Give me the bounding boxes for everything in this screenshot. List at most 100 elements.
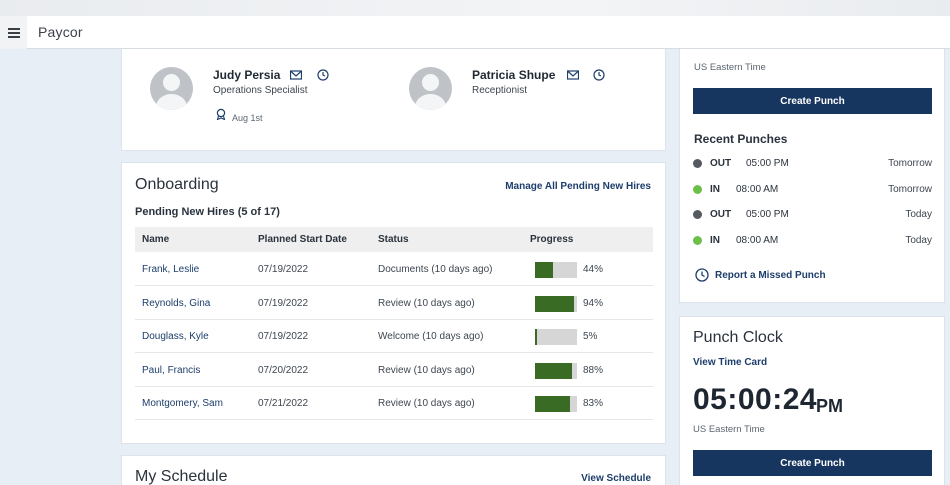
column-header-status[interactable]: Status <box>378 234 409 245</box>
current-time-ampm: PM <box>816 396 843 416</box>
paycor-logo[interactable]: Paycor <box>38 24 83 40</box>
avatar <box>150 67 193 110</box>
hire-name-link[interactable]: Frank, Leslie <box>142 264 199 275</box>
timezone-label: US Eastern Time <box>693 424 765 435</box>
punch-type: IN <box>710 183 720 195</box>
hire-name-link[interactable]: Douglass, Kyle <box>142 331 209 342</box>
app-header: Paycor <box>0 16 950 49</box>
progress-percent: 44% <box>583 264 604 275</box>
anniversary-ribbon-icon <box>216 108 226 120</box>
avatar <box>409 67 452 110</box>
view-schedule-link[interactable]: View Schedule <box>581 473 651 484</box>
report-missed-punch-link[interactable]: Report a Missed Punch <box>715 270 826 281</box>
punch-time: 05:00 PM <box>746 209 789 220</box>
progress-percent: 5% <box>583 331 598 342</box>
clock-icon[interactable] <box>593 69 605 81</box>
person-role: Operations Specialist <box>213 85 308 96</box>
progress-bar-fill <box>535 362 572 379</box>
punch-day: Tomorrow <box>888 183 932 195</box>
table-row: Douglass, Kyle 07/19/2022 Welcome (10 days… <box>135 320 653 353</box>
clock-icon[interactable] <box>317 69 329 81</box>
recent-punches-title: Recent Punches <box>694 132 788 146</box>
schedule-title: My Schedule <box>135 468 228 485</box>
onboarding-title: Onboarding <box>135 176 219 193</box>
punch-row: IN 08:00 AM Tomorrow <box>693 183 932 197</box>
progress-percent: 88% <box>583 364 604 376</box>
punch-status-dot <box>693 159 702 168</box>
team-card: Judy Persia Operations Specialist Aug 1s… <box>121 49 666 151</box>
progress-percent: 94% <box>583 297 604 309</box>
onboarding-card: Onboarding Manage All Pending New Hires … <box>121 162 666 444</box>
punch-time: 08:00 AM <box>736 234 779 246</box>
progress-bar-fill <box>535 262 554 278</box>
column-header-progress[interactable]: Progress <box>530 234 573 245</box>
clock-icon[interactable] <box>695 268 709 282</box>
table-row: Frank, Leslie 07/19/2022 Documents (10 day… <box>135 253 653 286</box>
email-icon[interactable] <box>290 69 302 81</box>
pending-hires-subtitle: Pending New Hires (5 of 17) <box>135 206 280 218</box>
manage-pending-hires-link[interactable]: Manage All Pending New Hires <box>505 181 651 192</box>
timezone-label: US Eastern Time <box>694 62 766 73</box>
punch-row: OUT 05:00 PM Tomorrow <box>693 157 932 171</box>
progress-bar <box>535 262 577 278</box>
punch-day: Today <box>905 209 932 220</box>
progress-bar <box>535 362 577 379</box>
table-row: Reynolds, Gina 07/19/2022 Review (10 days … <box>135 287 653 320</box>
hamburger-menu-button[interactable] <box>0 16 27 49</box>
punch-clock-title: Punch Clock <box>693 329 783 346</box>
punch-day: Tomorrow <box>888 158 932 169</box>
progress-percent: 83% <box>583 398 604 409</box>
current-time: 05:00:24 <box>693 383 818 416</box>
planned-start-date: 07/20/2022 <box>258 364 309 376</box>
progress-bar-fill <box>535 396 570 412</box>
create-punch-button[interactable]: Create Punch <box>693 88 932 114</box>
hire-name-link[interactable]: Montgomery, Sam <box>142 398 223 409</box>
status-text: Documents (10 days ago) <box>378 264 493 275</box>
punch-type: OUT <box>710 158 732 169</box>
status-text: Review (10 days ago) <box>378 398 475 409</box>
person-name[interactable]: Patricia Shupe <box>472 68 555 82</box>
anniversary-date: Aug 1st <box>232 113 263 123</box>
planned-start-date: 07/19/2022 <box>258 297 309 309</box>
punch-status-dot <box>693 184 702 194</box>
punch-row: IN 08:00 AM Today <box>693 234 932 248</box>
progress-bar-fill <box>535 295 575 312</box>
menu-line <box>7 27 20 30</box>
menu-line <box>7 31 20 34</box>
punch-day: Today <box>905 234 932 246</box>
punch-time: 08:00 AM <box>736 183 779 195</box>
progress-bar <box>535 295 577 312</box>
view-time-card-link[interactable]: View Time Card <box>693 357 767 368</box>
punch-status-dot <box>693 210 702 219</box>
hire-name-link[interactable]: Paul, Francis <box>142 365 200 376</box>
punch-row: OUT 05:00 PM Today <box>693 208 932 222</box>
person-role: Receptionist <box>472 85 528 96</box>
hire-name-link[interactable]: Reynolds, Gina <box>142 298 210 309</box>
table-row: Paul, Francis 07/20/2022 Review (10 days a… <box>135 354 653 387</box>
punch-panel: US Eastern Time Create Punch Recent Punc… <box>679 49 945 303</box>
person-name[interactable]: Judy Persia <box>213 68 280 82</box>
punch-status-dot <box>693 235 702 245</box>
planned-start-date: 07/19/2022 <box>258 331 309 342</box>
column-header-start-date[interactable]: Planned Start Date <box>258 234 347 245</box>
status-text: Review (10 days ago) <box>378 297 475 309</box>
menu-line <box>7 35 20 38</box>
progress-bar-fill <box>535 329 538 345</box>
browser-top-strip <box>0 0 950 16</box>
table-row: Montgomery, Sam 07/21/2022 Review (10 days… <box>135 387 653 420</box>
email-icon[interactable] <box>567 69 579 81</box>
status-text: Welcome (10 days ago) <box>378 331 484 342</box>
column-header-name[interactable]: Name <box>142 234 169 245</box>
schedule-card: My Schedule View Schedule <box>121 455 666 485</box>
punch-type: OUT <box>710 209 732 220</box>
punch-clock-card: Punch Clock View Time Card 05:00:24 PM U… <box>679 316 945 485</box>
planned-start-date: 07/19/2022 <box>258 264 309 275</box>
status-text: Review (10 days ago) <box>378 364 475 376</box>
punch-type: IN <box>710 234 720 246</box>
planned-start-date: 07/21/2022 <box>258 398 309 409</box>
punch-time: 05:00 PM <box>746 158 789 169</box>
progress-bar <box>535 396 577 412</box>
create-punch-button[interactable]: Create Punch <box>693 450 932 476</box>
progress-bar <box>535 329 577 345</box>
table-header: Name Planned Start Date Status Progress <box>135 227 653 252</box>
